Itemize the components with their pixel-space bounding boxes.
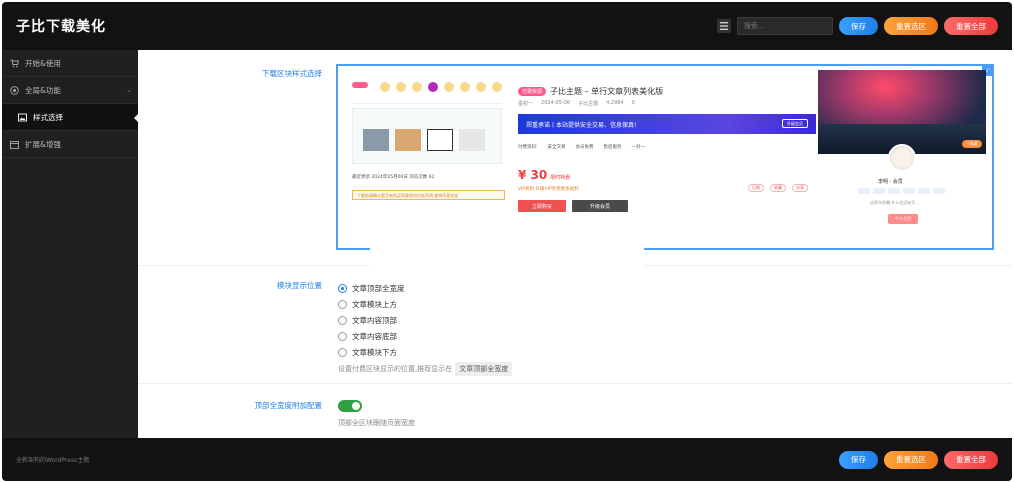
fullwidth-label: 顶部全宽度附加配置: [254, 401, 323, 410]
preview-stats: [858, 188, 945, 194]
preview-left-meta: 最近更新 2024年05月06日 浏览次数 62: [352, 175, 435, 180]
preview-member-button: 升级会员: [572, 200, 628, 212]
fullwidth-toggle[interactable]: [338, 400, 362, 412]
radio-button[interactable]: [338, 299, 347, 309]
footer: 全新架构的WordPress主题 保存 重置选区 重置全部: [2, 438, 1012, 481]
radio-top-fullwidth[interactable]: 文章顶部全宽度: [338, 280, 405, 296]
footer-reset-section-button[interactable]: 重置选区: [884, 450, 938, 469]
footer-copyright: 全新架构的WordPress主题: [16, 457, 90, 464]
footer-reset-all-button[interactable]: 重置全部: [944, 450, 998, 469]
preview-top-box: [352, 76, 502, 104]
radio-module-below[interactable]: 文章模块下方: [338, 344, 405, 360]
preview-username: 李明 · 会员: [878, 179, 903, 185]
image-icon: [18, 113, 27, 122]
calendar-icon: [10, 140, 19, 149]
reset-section-button[interactable]: 重置选区: [884, 17, 938, 35]
download-style-section: 下载区块样式选择 ✓ 最近更新 2024年05月06日 浏览次数 62 下载前请…: [138, 50, 1012, 269]
sidebar-item-label: 全局&功能: [25, 85, 61, 95]
preview-middle-panel: 付费资源 子比主题 – 单行文章列表美化版 墨初一 2024-05-06 子比主…: [518, 82, 818, 232]
radio-button[interactable]: [338, 347, 347, 357]
preview-title: 付费资源 子比主题 – 单行文章列表美化版: [518, 86, 663, 97]
app-title: 子比下载美化: [16, 19, 106, 35]
sidebar: 开始&使用 全局&功能 ⌄ 样式选择 扩展&增强: [2, 50, 139, 438]
sidebar-item-style[interactable]: 样式选择: [2, 104, 139, 131]
position-radio-group: 文章顶部全宽度 文章模块上方 文章内容顶部 文章内容底部 文章模块下方: [338, 280, 405, 360]
preview-card-button: 个人主页: [888, 214, 918, 224]
preview-tags: 已购 收藏 分享: [748, 184, 808, 192]
preview-banner: 郑重承诺丨本站提供安全交易、信息保真! 升级会员: [518, 114, 816, 134]
download-style-label: 下载区块样式选择: [262, 69, 322, 78]
main-content: 下载区块样式选择 ✓ 最近更新 2024年05月06日 浏览次数 62 下载前请…: [138, 50, 1012, 438]
radio-button[interactable]: [338, 331, 347, 341]
preview-features: 付费资料: 安全交易 会员免费 售后服务 一对一: [518, 145, 646, 150]
avatar: [888, 144, 916, 172]
sidebar-item-label: 开始&使用: [25, 58, 61, 68]
fullwidth-help: 顶部全区块跟随页面宽度: [338, 419, 415, 427]
top-actions: 保存 重置选区 重置全部: [717, 17, 998, 35]
footer-save-button[interactable]: 保存: [839, 450, 878, 469]
paid-resource-tag: 付费资源: [518, 87, 547, 96]
preview-left-panel: 最近更新 2024年05月06日 浏览次数 62 下载前请确认是否有购买同意权利…: [352, 76, 505, 204]
top-bar: 子比下载美化 保存 重置选区 重置全部: [2, 2, 1012, 50]
preview-price: ¥ 30 限时特惠: [518, 168, 571, 182]
position-section: 模块显示位置 文章顶部全宽度 文章模块上方 文章内容顶部 文章内容底部 文章模块…: [138, 266, 1012, 384]
radio-button[interactable]: [338, 283, 347, 293]
globe-icon: [10, 85, 19, 95]
sidebar-item-start[interactable]: 开始&使用: [2, 50, 138, 77]
save-button[interactable]: 保存: [839, 17, 878, 35]
footer-actions: 保存 重置选区 重置全部: [839, 450, 998, 469]
preview-buy-button: 立即购买: [518, 200, 566, 212]
preview-gallery-box: [352, 108, 502, 164]
sidebar-item-label: 样式选择: [33, 112, 63, 122]
radio-content-bottom[interactable]: 文章内容底部: [338, 328, 405, 344]
reset-all-button[interactable]: 重置全部: [944, 17, 998, 35]
radio-module-above[interactable]: 文章模块上方: [338, 296, 405, 312]
preview-cover-image: 已收藏: [818, 70, 986, 154]
chevron-down-icon: ⌄: [126, 86, 132, 94]
app-window: 子比下载美化 保存 重置选区 重置全部 开始&使用 全局&功能 ⌄: [2, 2, 1012, 481]
cart-icon: [10, 59, 19, 68]
preview-left-warning: 下载前请确认是否有购买同意权利对本声明,保持同意协议: [352, 190, 505, 200]
preview-meta: 墨初一 2024-05-06 子比主题 4.2984 0: [518, 100, 635, 107]
preview-vip: VIP折扣 升级VIP享受更多福利: [518, 187, 579, 192]
fullwidth-section: 顶部全宽度附加配置 顶部全区块跟随页面宽度: [138, 384, 1012, 438]
radio-content-top[interactable]: 文章内容顶部: [338, 312, 405, 328]
list-icon[interactable]: [717, 19, 731, 33]
preview-desc: 这家伙很懒,什么也没有写...: [870, 200, 920, 205]
radio-button[interactable]: [338, 315, 347, 325]
sidebar-item-global[interactable]: 全局&功能 ⌄: [2, 77, 138, 104]
sidebar-item-extend[interactable]: 扩展&增强: [2, 131, 138, 158]
position-label: 模块显示位置: [277, 281, 322, 290]
preview-author-card: 已收藏 李明 · 会员 这家伙很懒,什么也没有写... 个人主页: [818, 70, 986, 240]
search-input[interactable]: [737, 17, 833, 35]
preview-overlay: [370, 223, 644, 269]
sidebar-item-label: 扩展&增强: [25, 139, 61, 149]
position-help: 设置付费区块显示的位置,推荐显示在 文章顶部全宽度: [338, 362, 513, 376]
help-code: 文章顶部全宽度: [455, 362, 513, 376]
